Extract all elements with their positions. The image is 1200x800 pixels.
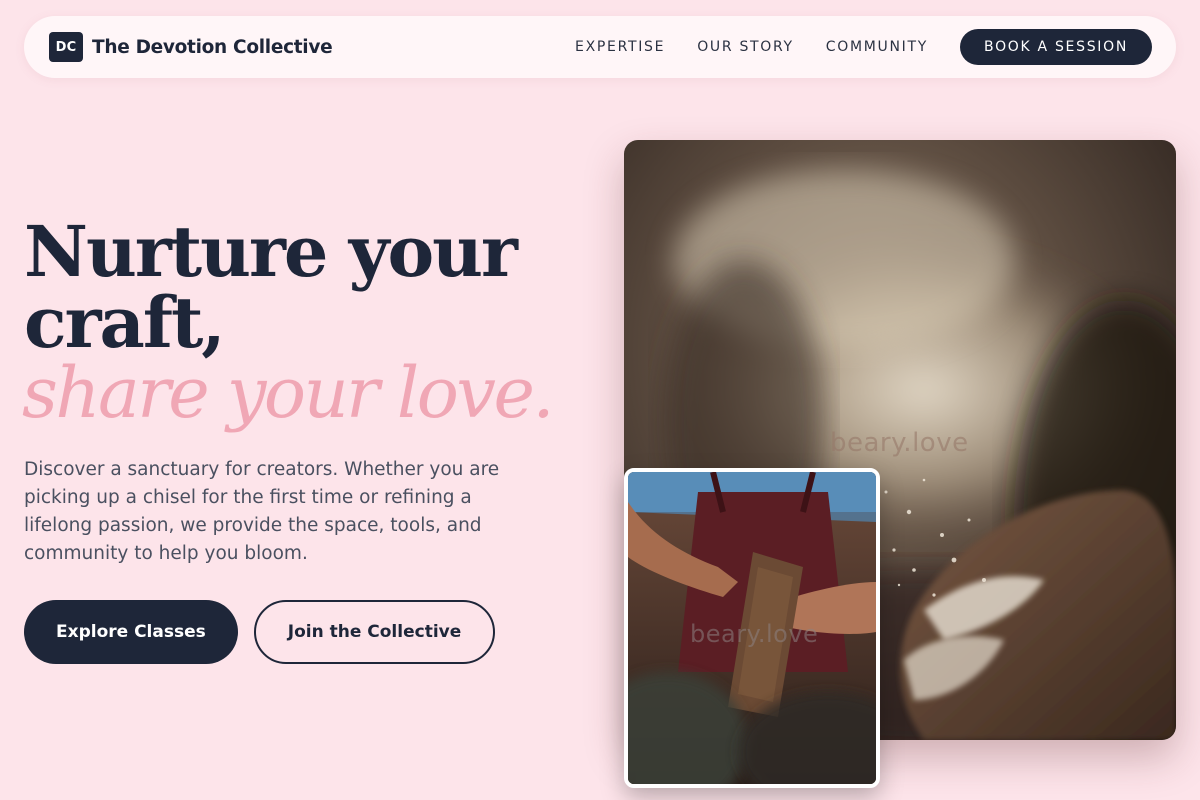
hero-title: Nurture your craft, share your love. <box>22 210 584 434</box>
woodworker-illustration <box>628 472 876 784</box>
nav-links: EXPERTISE OUR STORY COMMUNITY BOOK A SES… <box>575 29 1152 65</box>
book-session-button[interactable]: BOOK A SESSION <box>960 29 1152 65</box>
nav-link-expertise[interactable]: EXPERTISE <box>575 39 665 55</box>
brand-mark: DC <box>49 32 83 62</box>
hero-title-line-2: craft, <box>24 281 226 364</box>
brand-name: The Devotion Collective <box>92 36 333 58</box>
brand-logo[interactable]: DC The Devotion Collective <box>49 32 333 62</box>
hero-buttons: Explore Classes Join the Collective <box>24 600 496 664</box>
landing-page: DC The Devotion Collective EXPERTISE OUR… <box>0 0 1200 800</box>
hero-title-line-1: Nurture your <box>24 210 518 293</box>
join-collective-button[interactable]: Join the Collective <box>253 600 496 664</box>
nav-link-our-story[interactable]: OUR STORY <box>697 39 794 55</box>
hero-inset-image: beary.love <box>624 468 880 788</box>
explore-classes-button[interactable]: Explore Classes <box>24 600 238 664</box>
hero-description: Discover a sanctuary for creators. Wheth… <box>24 459 500 564</box>
nav-link-community[interactable]: COMMUNITY <box>826 39 928 55</box>
hero-title-accent: share your love. <box>22 352 555 434</box>
top-navbar: DC The Devotion Collective EXPERTISE OUR… <box>24 16 1176 78</box>
